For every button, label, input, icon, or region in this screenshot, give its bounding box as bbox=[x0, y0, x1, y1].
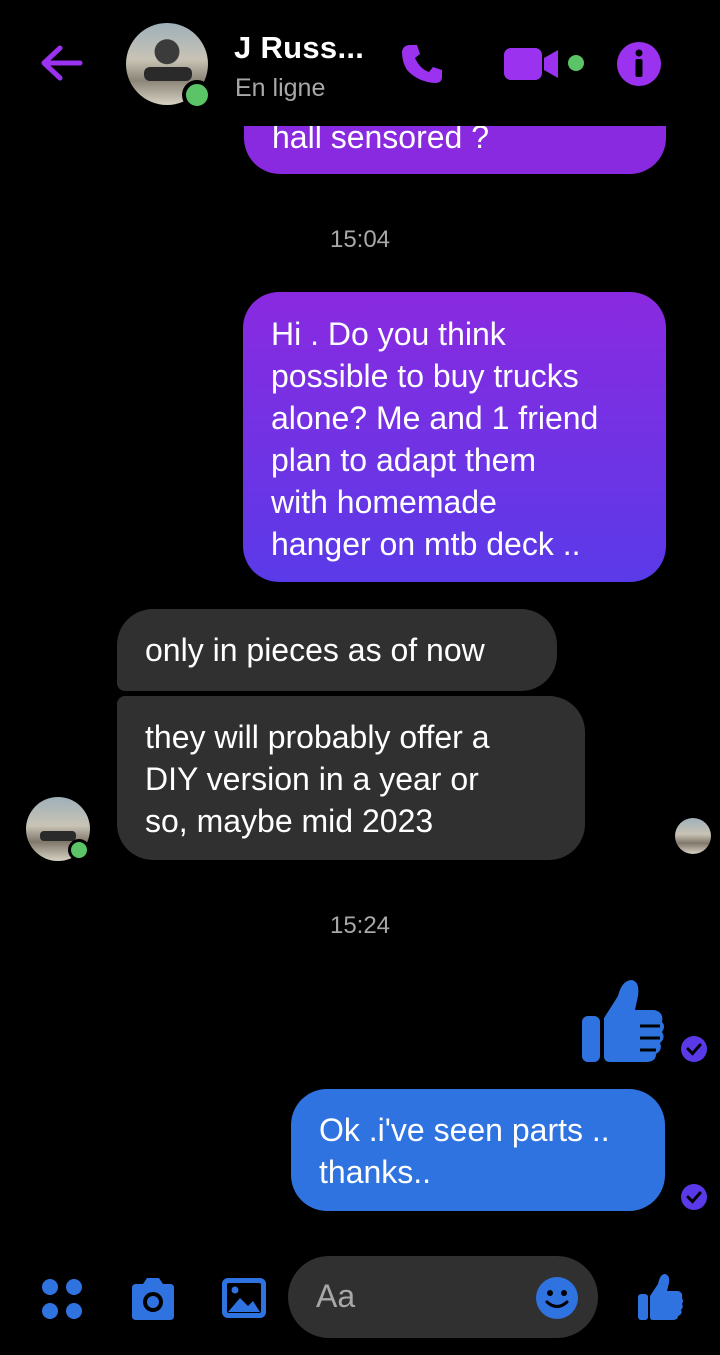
message-text-line: Ok .i've seen parts .. bbox=[319, 1112, 610, 1148]
message-text: only in pieces as of now bbox=[145, 632, 485, 668]
online-indicator bbox=[68, 839, 90, 861]
delivered-check-icon bbox=[680, 1035, 708, 1063]
conversation-header: J Russ... En ligne bbox=[0, 0, 720, 126]
back-button[interactable] bbox=[36, 40, 86, 86]
emoji-icon bbox=[536, 1277, 578, 1319]
camera-icon bbox=[132, 1278, 174, 1320]
message-text-line: DIY version in a year or bbox=[145, 761, 479, 797]
message-text-line: with homemade bbox=[271, 484, 497, 520]
message-bubble-received[interactable]: they will probably offer a DIY version i… bbox=[117, 696, 585, 860]
message-text-line: so, maybe mid 2023 bbox=[145, 803, 434, 839]
thumbs-up-icon bbox=[582, 980, 664, 1062]
message-timestamp: 15:04 bbox=[329, 226, 391, 253]
message-text-line: thanks.. bbox=[319, 1154, 432, 1190]
info-button[interactable] bbox=[616, 41, 662, 87]
video-active-dot bbox=[568, 55, 584, 71]
online-indicator bbox=[182, 80, 212, 110]
video-camera-icon bbox=[504, 48, 558, 80]
contact-name[interactable]: J Russ... bbox=[234, 30, 364, 66]
gallery-icon bbox=[222, 1278, 266, 1318]
camera-button[interactable] bbox=[128, 1276, 178, 1322]
message-text-line: Hi . Do you think bbox=[271, 316, 506, 352]
message-bubble-sent[interactable]: Ok .i've seen parts .. thanks.. bbox=[291, 1089, 665, 1211]
message-text-line: plan to adapt them bbox=[271, 442, 537, 478]
presence-status: En ligne bbox=[235, 74, 326, 102]
message-bubble-sent[interactable]: Hi . Do you think possible to buy trucks… bbox=[243, 292, 666, 582]
message-text-line: alone? Me and 1 friend bbox=[271, 400, 599, 436]
emoji-button[interactable] bbox=[535, 1276, 579, 1320]
message-input-placeholder: Aa bbox=[316, 1278, 356, 1314]
more-actions-button[interactable] bbox=[40, 1276, 86, 1322]
message-bubble-received[interactable]: only in pieces as of now bbox=[117, 609, 557, 691]
gallery-button[interactable] bbox=[220, 1276, 268, 1320]
arrow-left-icon bbox=[41, 45, 83, 81]
message-text-line: hanger on mtb deck .. bbox=[271, 526, 581, 562]
delivered-check-icon bbox=[680, 1183, 708, 1211]
message-text-line: they will probably offer a bbox=[145, 719, 490, 755]
send-like-button[interactable] bbox=[636, 1272, 684, 1322]
sent-like-sticker[interactable] bbox=[580, 976, 666, 1066]
video-call-button[interactable] bbox=[502, 44, 564, 84]
phone-icon bbox=[402, 45, 442, 83]
voice-call-button[interactable] bbox=[398, 40, 446, 88]
seen-receipt-avatar bbox=[675, 818, 711, 854]
grid-menu-icon bbox=[42, 1279, 82, 1319]
message-timestamp: 15:24 bbox=[329, 912, 391, 939]
message-text-line: possible to buy trucks bbox=[271, 358, 579, 394]
thumbs-up-icon bbox=[638, 1274, 683, 1320]
info-icon bbox=[617, 42, 661, 86]
